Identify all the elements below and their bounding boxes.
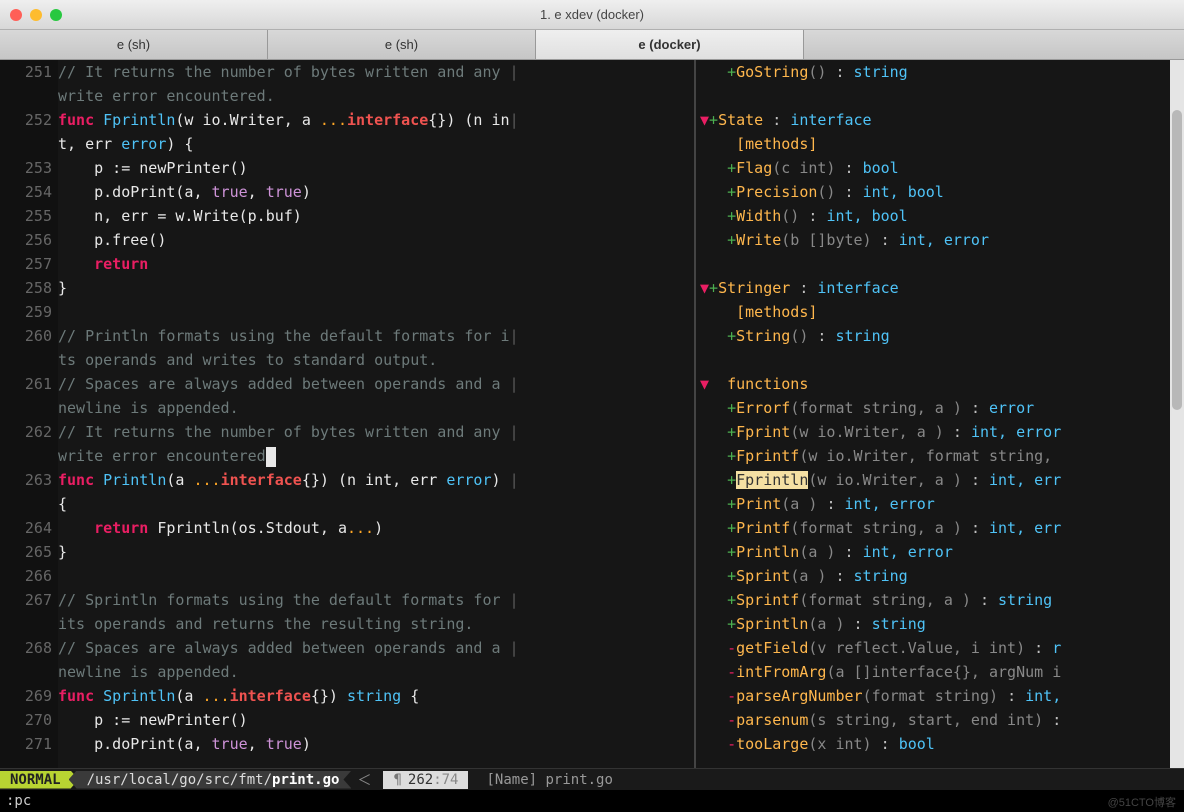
outline-item[interactable]: ▼+State : interface <box>700 108 1184 132</box>
window-titlebar: 1. e xdev (docker) <box>0 0 1184 30</box>
outline-item[interactable]: ▼+Stringer : interface <box>700 276 1184 300</box>
tab-sh-1[interactable]: e (sh) <box>0 30 268 59</box>
outline-item[interactable]: +Fprintf(w io.Writer, format string, <box>700 444 1184 468</box>
tab-sh-2[interactable]: e (sh) <box>268 30 536 59</box>
outline-item[interactable] <box>700 348 1184 372</box>
status-buffer-name: [Name] print.go <box>486 772 612 788</box>
outline-item[interactable]: -intFromArg(a []interface{}, argNum i <box>700 660 1184 684</box>
tab-bar: e (sh) e (sh) e (docker) <box>0 30 1184 60</box>
outline-item[interactable]: -tooLarge(x int) : bool <box>700 732 1184 756</box>
outline-item[interactable]: +String() : string <box>700 324 1184 348</box>
outline-item[interactable]: [methods] <box>700 300 1184 324</box>
outline-item[interactable]: +Errorf(format string, a ) : error <box>700 396 1184 420</box>
outline-item[interactable]: +Printf(format string, a ) : int, err <box>700 516 1184 540</box>
outline-item[interactable]: +Print(a ) : int, error <box>700 492 1184 516</box>
outline-item[interactable]: -parsenum(s string, start, end int) : <box>700 708 1184 732</box>
outline-item[interactable]: +Flag(c int) : bool <box>700 156 1184 180</box>
status-col: 74 <box>442 772 459 788</box>
outline-item[interactable]: +Sprint(a ) : string <box>700 564 1184 588</box>
outline-item[interactable]: +Println(a ) : int, error <box>700 540 1184 564</box>
vim-mode: NORMAL <box>0 771 79 789</box>
scrollbar[interactable] <box>1170 60 1184 768</box>
outline-item[interactable]: [methods] <box>700 132 1184 156</box>
line-gutter: 2512522532542552562572582592602612622632… <box>0 60 58 768</box>
window-title: 1. e xdev (docker) <box>0 7 1184 22</box>
status-bar: NORMAL /usr/local/go/src/fmt/print.go ＜ … <box>0 768 1184 790</box>
outline-item[interactable]: +Sprintf(format string, a ) : string <box>700 588 1184 612</box>
outline-item[interactable]: +Fprintln(w io.Writer, a ) : int, err <box>700 468 1184 492</box>
code-panel[interactable]: // It returns the number of bytes writte… <box>58 60 694 768</box>
pilcrow-icon: ¶ <box>393 772 401 788</box>
watermark: @51CTO博客 <box>1108 794 1176 810</box>
command-line[interactable]: :pc <box>0 790 1184 812</box>
outline-item[interactable]: +Fprint(w io.Writer, a ) : int, error <box>700 420 1184 444</box>
outline-panel[interactable]: +GoString() : string▼+State : interface … <box>694 60 1184 768</box>
outline-item[interactable]: +Width() : int, bool <box>700 204 1184 228</box>
outline-item[interactable]: ▼ functions <box>700 372 1184 396</box>
scrollbar-thumb[interactable] <box>1172 110 1182 410</box>
outline-item[interactable]: -parseArgNumber(format string) : int, <box>700 684 1184 708</box>
outline-item[interactable]: -getField(v reflect.Value, i int) : r <box>700 636 1184 660</box>
outline-item[interactable]: +Precision() : int, bool <box>700 180 1184 204</box>
status-filepath: /usr/local/go/src/fmt/print.go <box>69 771 352 789</box>
status-sep: ＜ <box>357 770 371 790</box>
status-line: 262 <box>408 772 433 788</box>
outline-item[interactable] <box>700 252 1184 276</box>
status-position: ¶262:74 <box>383 771 468 789</box>
status-path-prefix: /usr/local/go/src/fmt/ <box>87 772 272 788</box>
outline-item[interactable]: +GoString() : string <box>700 60 1184 84</box>
editor-area: 2512522532542552562572582592602612622632… <box>0 60 1184 768</box>
outline-item[interactable]: +Sprintln(a ) : string <box>700 612 1184 636</box>
outline-item[interactable]: +Write(b []byte) : int, error <box>700 228 1184 252</box>
status-path-file: print.go <box>272 772 339 788</box>
tab-docker[interactable]: e (docker) <box>536 30 804 59</box>
outline-item[interactable] <box>700 84 1184 108</box>
